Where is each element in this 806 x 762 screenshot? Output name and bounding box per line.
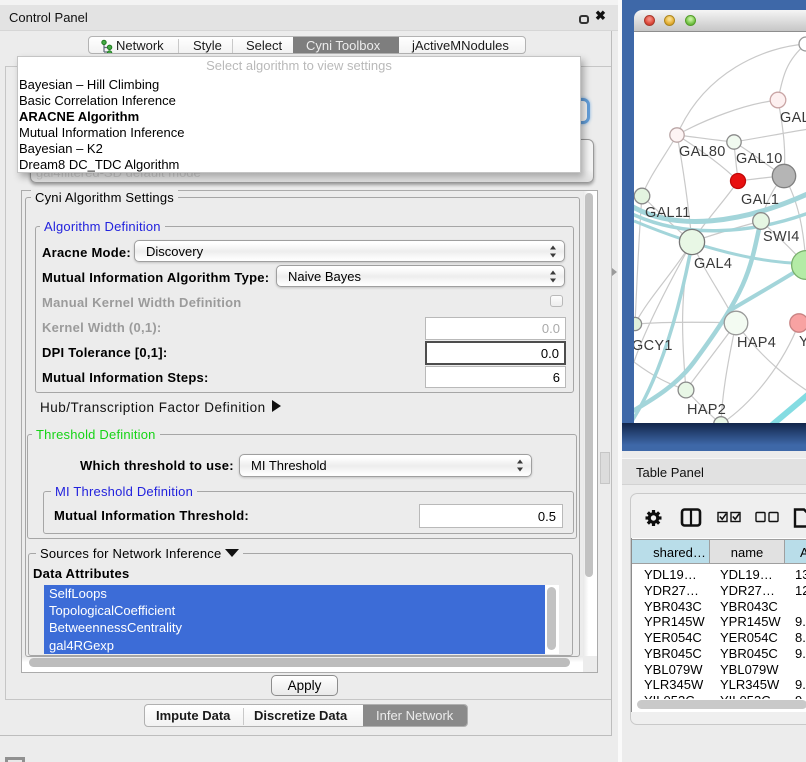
svg-text:GAL80: GAL80 — [679, 144, 726, 160]
svg-text:GAL7: GAL7 — [780, 110, 806, 126]
svg-text:GCY1: GCY1 — [634, 338, 673, 354]
svg-text:SWI4: SWI4 — [763, 229, 800, 245]
svg-text:GAL4: GAL4 — [694, 256, 732, 272]
svg-text:Y: Y — [799, 334, 806, 350]
svg-text:GAL10: GAL10 — [736, 151, 783, 167]
svg-text:GAL11: GAL11 — [645, 205, 691, 221]
svg-text:GAL1: GAL1 — [741, 192, 779, 208]
svg-text:HAP2: HAP2 — [687, 402, 726, 418]
svg-text:HAP4: HAP4 — [737, 335, 776, 351]
